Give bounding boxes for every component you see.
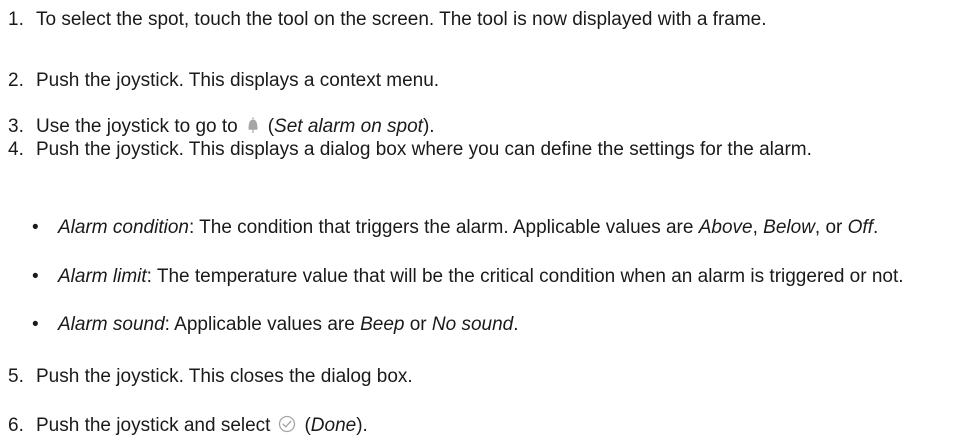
step-6: 6. Push the joystick and select (Done). [8,413,944,440]
step-text: To select the spot, touch the tool on th… [36,9,767,30]
icon-label: Set alarm on spot [274,116,423,137]
bullet-text: : Applicable values are [164,314,361,335]
step-number: 4. [8,139,24,160]
paren-close: ). [356,415,368,436]
separator: or [404,314,432,335]
step-4: 4. Push the joystick. This displays a di… [8,137,944,162]
paren-close: ). [422,116,435,137]
step-number: 1. [8,9,24,30]
bullet-term: Alarm limit [58,266,147,287]
value-off: Off [847,217,873,238]
value-above: Above [698,217,753,238]
step-text: Push the joystick. This displays a conte… [36,70,440,91]
period: . [873,217,879,238]
bullet-dot: • [32,314,39,335]
value-no-sound: No sound [431,314,514,335]
step-number: 5. [8,366,24,387]
value-below: Below [763,217,815,238]
bullet-alarm-condition: • Alarm condition: The condition that tr… [32,215,944,240]
bullet-dot: • [32,217,39,238]
bullet-term: Alarm condition [58,217,189,238]
step-number: 3. [8,116,24,137]
step-5: 5. Push the joystick. This closes the di… [8,364,944,389]
done-check-circle-icon [278,415,296,440]
icon-label: Done [310,415,357,436]
value-beep: Beep [360,314,405,335]
separator: , [752,217,764,238]
step-number: 6. [8,415,24,436]
bullet-dot: • [32,266,39,287]
period: . [513,314,519,335]
separator: , or [814,217,848,238]
bullet-term: Alarm sound [58,314,165,335]
step-text: Use the joystick to go to [36,116,238,137]
bullet-alarm-limit: • Alarm limit: The temperature value tha… [32,264,944,289]
step-1: 1. To select the spot, touch the tool on… [8,7,944,32]
bullet-text: : The condition that triggers the alarm.… [188,217,699,238]
step-text: Push the joystick. This closes the dialo… [36,366,413,387]
procedure-document: 1. To select the spot, touch the tool on… [0,0,954,448]
step-text: Push the joystick. This displays a dialo… [36,139,812,160]
step-number: 2. [8,70,24,91]
step-text: Push the joystick and select [36,415,271,436]
bullet-alarm-sound: • Alarm sound: Applicable values are Bee… [32,312,944,337]
step-2: 2. Push the joystick. This displays a co… [8,68,944,93]
bullet-text: : The temperature value that will be the… [146,266,904,287]
